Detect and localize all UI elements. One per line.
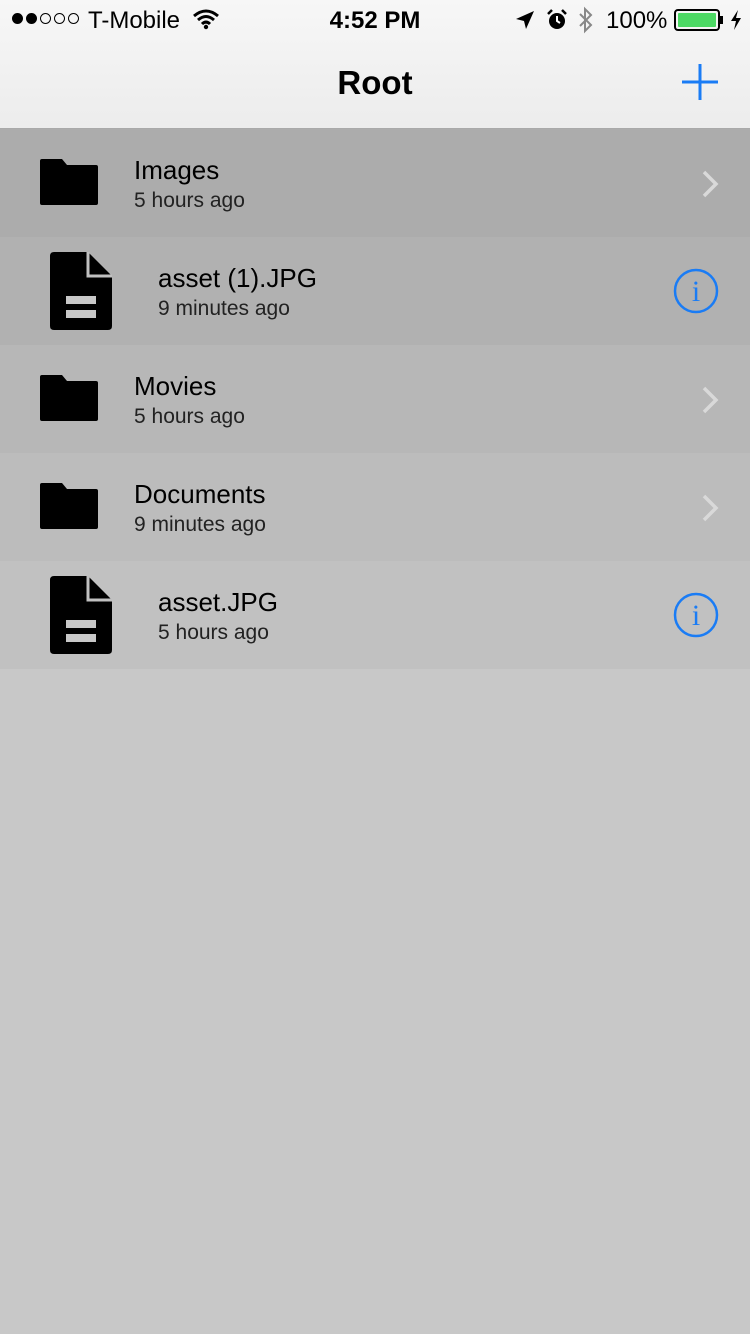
folder-icon [38,157,100,212]
location-arrow-icon [514,9,536,38]
item-modified-time: 9 minutes ago [134,513,266,536]
svg-text:i: i [692,275,700,308]
bluetooth-icon [577,6,595,41]
item-name: asset.JPG [158,587,278,617]
add-button[interactable] [676,58,724,106]
file-row[interactable]: asset (1).JPG 9 minutes ago i [0,237,750,345]
item-name: Movies [134,371,217,401]
document-icon [48,250,114,337]
chevron-right-icon [700,385,720,420]
carrier-name: T-Mobile [88,7,181,34]
file-row[interactable]: asset.JPG 5 hours ago i [0,561,750,669]
signal-strength-icon [12,13,79,24]
chevron-right-icon [700,493,720,528]
info-button[interactable]: i [673,592,719,643]
plus-icon [682,64,718,100]
chevron-right-icon [700,169,720,204]
battery-percentage: 100% [606,7,668,34]
svg-text:i: i [692,599,700,632]
info-button[interactable]: i [673,268,719,319]
alarm-icon [545,8,569,39]
folder-icon [38,373,100,428]
file-list: Images 5 hours ago asset (1).JPG 9 minutes … [0,129,750,669]
item-modified-time: 5 hours ago [134,405,245,428]
item-modified-time: 5 hours ago [158,621,269,644]
item-modified-time: 9 minutes ago [158,297,290,320]
item-name: Images [134,155,220,185]
folder-icon [38,481,100,536]
folder-row[interactable]: Documents 9 minutes ago [0,453,750,561]
item-name: asset (1).JPG [158,263,317,293]
status-bar: T-Mobile 4:52 PM 100% [0,0,750,40]
wifi-icon [192,8,220,37]
top-bar: T-Mobile 4:52 PM 100% Root [0,0,750,129]
item-modified-time: 5 hours ago [134,189,245,212]
page-title: Root [337,64,413,101]
folder-row[interactable]: Images 5 hours ago [0,129,750,237]
charging-bolt-icon [729,9,743,38]
folder-row[interactable]: Movies 5 hours ago [0,345,750,453]
item-name: Documents [134,479,266,509]
battery-icon [674,9,724,38]
document-icon [48,574,114,661]
